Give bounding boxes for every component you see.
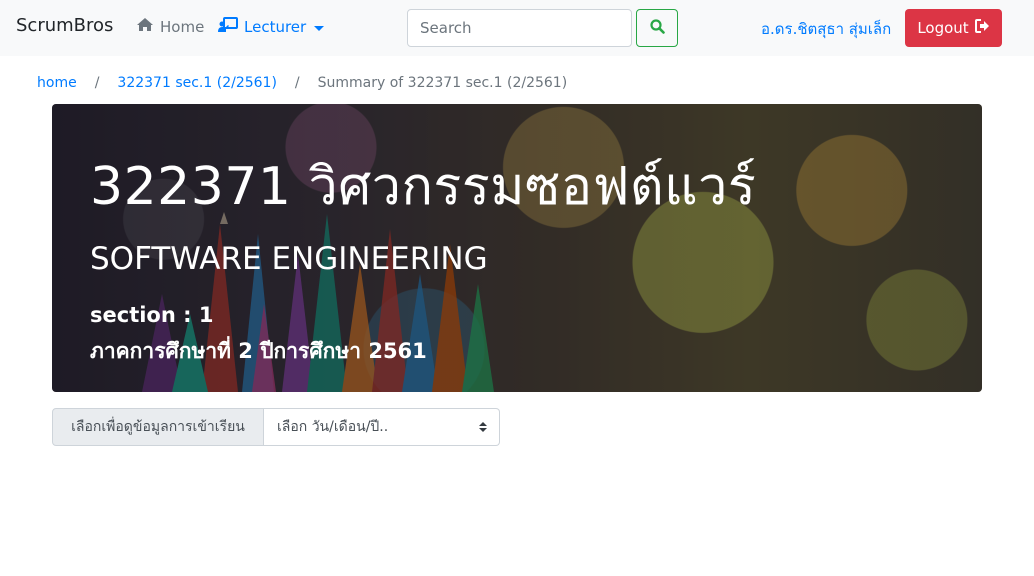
navbar: ScrumBros Home Lecturer อ.ดร.ชิตสุธา สุ่… <box>0 0 1034 56</box>
search-icon <box>649 19 665 37</box>
sign-out-icon <box>974 19 990 37</box>
nav-home-link[interactable]: Home <box>136 17 204 36</box>
breadcrumb: home / 322371 sec.1 (2/2561) / Summary o… <box>37 75 567 91</box>
breadcrumb-separator: / <box>94 75 100 91</box>
attendance-date-selector: เลือกเพื่อดูข้อมูลการเข้าเรียน เลือก วัน… <box>52 408 500 446</box>
breadcrumb-home[interactable]: home <box>37 75 77 91</box>
course-term: ภาคการศึกษาที่ 2 ปีการศึกษา 2561 <box>90 339 427 363</box>
nav-lecturer-dropdown[interactable]: Lecturer <box>218 17 325 37</box>
breadcrumb-course[interactable]: 322371 sec.1 (2/2561) <box>117 75 276 91</box>
attendance-select-label: เลือกเพื่อดูข้อมูลการเข้าเรียน <box>52 408 264 446</box>
select-arrows-icon <box>479 422 487 432</box>
chalkboard-teacher-icon <box>218 17 238 37</box>
logout-label: Logout <box>917 19 969 37</box>
attendance-select-value: เลือก วัน/เดือน/ปี.. <box>277 419 389 435</box>
search-button[interactable] <box>636 9 678 47</box>
search-input[interactable] <box>407 9 632 47</box>
nav-home-label: Home <box>160 17 205 36</box>
breadcrumb-separator: / <box>294 75 300 91</box>
course-title: 322371 วิศวกรรมซอฟต์แวร์ <box>90 157 757 217</box>
course-subtitle: SOFTWARE ENGINEERING <box>90 241 488 277</box>
breadcrumb-current: Summary of 322371 sec.1 (2/2561) <box>317 75 568 91</box>
course-section: section : 1 <box>90 303 214 327</box>
nav-lecturer-label: Lecturer <box>244 18 307 36</box>
logout-button[interactable]: Logout <box>905 9 1002 47</box>
course-banner: 322371 วิศวกรรมซอฟต์แวร์ SOFTWARE ENGINE… <box>52 104 982 392</box>
user-name-link[interactable]: อ.ดร.ชิตสุธา สุ่มเล็ก <box>761 17 891 41</box>
chevron-down-icon <box>314 25 325 31</box>
attendance-date-select[interactable]: เลือก วัน/เดือน/ปี.. <box>264 408 500 446</box>
brand-logo[interactable]: ScrumBros <box>16 15 113 36</box>
home-icon <box>136 17 154 36</box>
